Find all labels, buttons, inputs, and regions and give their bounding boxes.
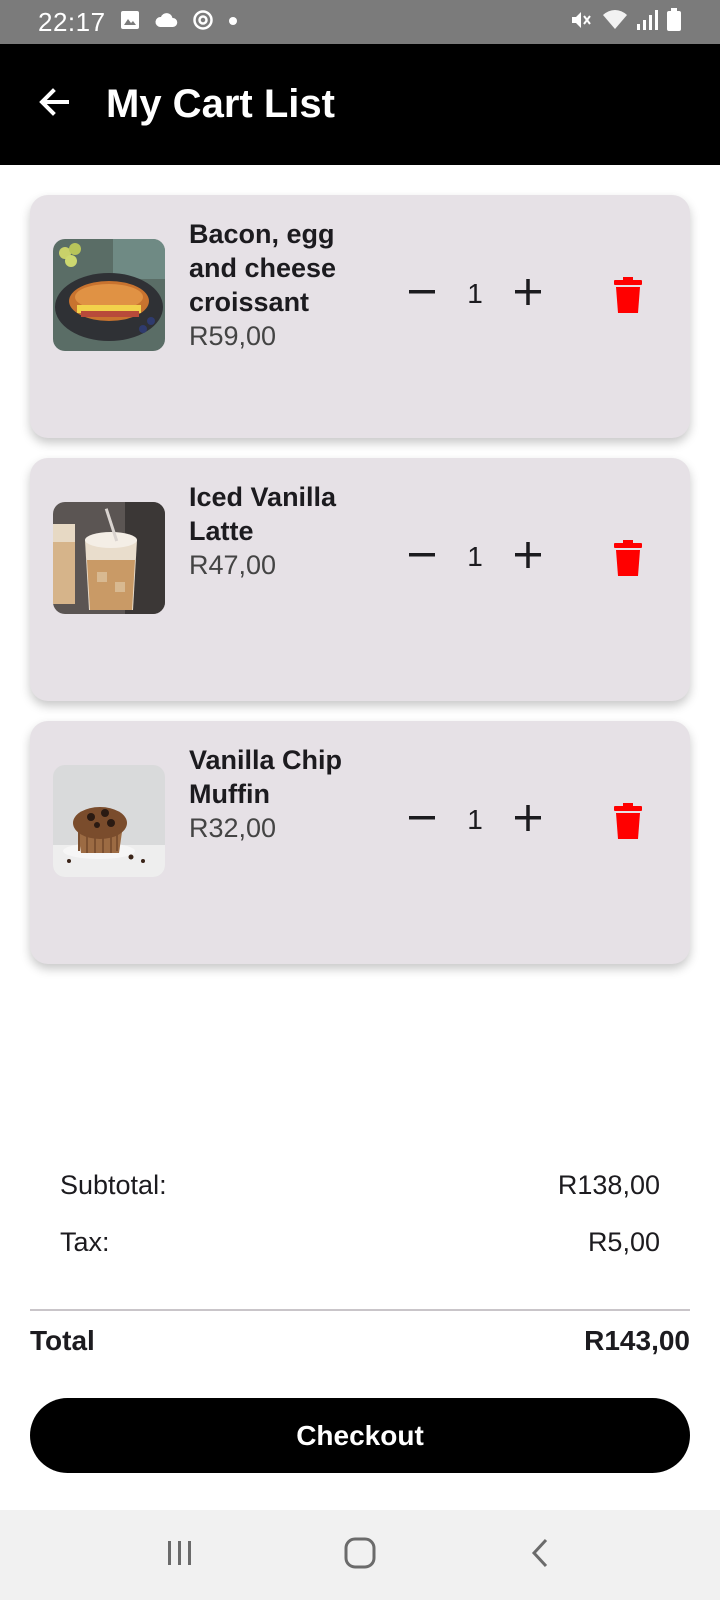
home-button[interactable] [325, 1525, 395, 1585]
battery-icon [666, 7, 682, 37]
arrow-left-icon [37, 85, 71, 124]
total-value: R143,00 [584, 1325, 690, 1356]
quantity-value: 1 [467, 278, 483, 309]
item-info: Bacon, egg and cheese croissant R59,00 [189, 217, 389, 353]
status-right [570, 7, 682, 37]
subtotal-row: Subtotal: R138,00 [60, 1170, 660, 1201]
signal-icon [636, 9, 658, 36]
minus-icon [408, 278, 436, 311]
cart-item: Bacon, egg and cheese croissant R59,00 1 [30, 195, 690, 438]
status-left: 22:17 [38, 7, 238, 38]
home-icon [343, 1536, 377, 1575]
page-title: My Cart List [106, 82, 335, 126]
decrease-quantity-button[interactable] [400, 798, 444, 842]
quantity-value: 1 [467, 541, 483, 572]
recent-apps-icon [165, 1538, 195, 1573]
checkout-button[interactable]: Checkout [30, 1398, 690, 1473]
decrease-quantity-button[interactable] [400, 272, 444, 316]
back-nav-button[interactable] [505, 1525, 575, 1585]
delete-item-button[interactable] [604, 799, 652, 847]
decrease-quantity-button[interactable] [400, 535, 444, 579]
back-nav-icon [527, 1537, 553, 1574]
sync-icon [192, 9, 214, 36]
trash-icon [614, 539, 642, 581]
delete-item-button[interactable] [604, 273, 652, 321]
plus-icon [514, 278, 542, 311]
dot-icon [228, 13, 238, 31]
increase-quantity-button[interactable] [506, 272, 550, 316]
delete-item-button[interactable] [604, 536, 652, 584]
cart-item: Iced Vanilla Latte R47,00 1 [30, 458, 690, 701]
item-price: R59,00 [189, 321, 277, 351]
plus-icon [514, 541, 542, 574]
recent-apps-button[interactable] [145, 1525, 215, 1585]
system-nav-bar [0, 1510, 720, 1600]
mute-icon [570, 9, 594, 36]
item-info: Iced Vanilla Latte R47,00 [189, 480, 389, 582]
increase-quantity-button[interactable] [506, 798, 550, 842]
back-button[interactable] [24, 75, 84, 135]
quantity-stepper: 1 [400, 536, 550, 578]
total-label: Total [30, 1325, 95, 1356]
item-price: R47,00 [189, 550, 277, 580]
cart-item: Vanilla Chip Muffin R32,00 1 [30, 721, 690, 964]
subtotal-value: R138,00 [557, 1170, 660, 1200]
status-time: 22:17 [38, 6, 106, 37]
trash-icon [614, 276, 642, 318]
item-image-muffin [53, 765, 165, 877]
item-info: Vanilla Chip Muffin R32,00 [189, 743, 389, 845]
subtotal-label: Subtotal: [60, 1170, 167, 1200]
cart-list: Bacon, egg and cheese croissant R59,00 1 [30, 195, 690, 984]
minus-icon [408, 804, 436, 837]
image-icon [120, 10, 140, 35]
item-image-croissant [53, 239, 165, 351]
item-image-iced-latte [53, 502, 165, 614]
item-name: Bacon, egg and cheese croissant [189, 219, 337, 317]
quantity-stepper: 1 [400, 799, 550, 841]
minus-icon [408, 541, 436, 574]
cloud-icon [154, 11, 178, 34]
plus-icon [514, 804, 542, 837]
status-bar: 22:17 [0, 0, 720, 44]
wifi-icon [602, 9, 628, 36]
item-price: R32,00 [189, 813, 277, 843]
total-row: Total R143,00 [30, 1325, 690, 1357]
tax-row: Tax: R5,00 [60, 1227, 660, 1258]
tax-value: R5,00 [587, 1227, 660, 1257]
quantity-stepper: 1 [400, 273, 550, 315]
trash-icon [614, 802, 642, 844]
item-name: Iced Vanilla Latte [189, 482, 337, 546]
tax-label: Tax: [60, 1227, 110, 1257]
item-name: Vanilla Chip Muffin [189, 745, 343, 809]
quantity-value: 1 [467, 804, 483, 835]
summary-divider [30, 1309, 690, 1311]
increase-quantity-button[interactable] [506, 535, 550, 579]
app-bar: My Cart List [0, 44, 720, 165]
